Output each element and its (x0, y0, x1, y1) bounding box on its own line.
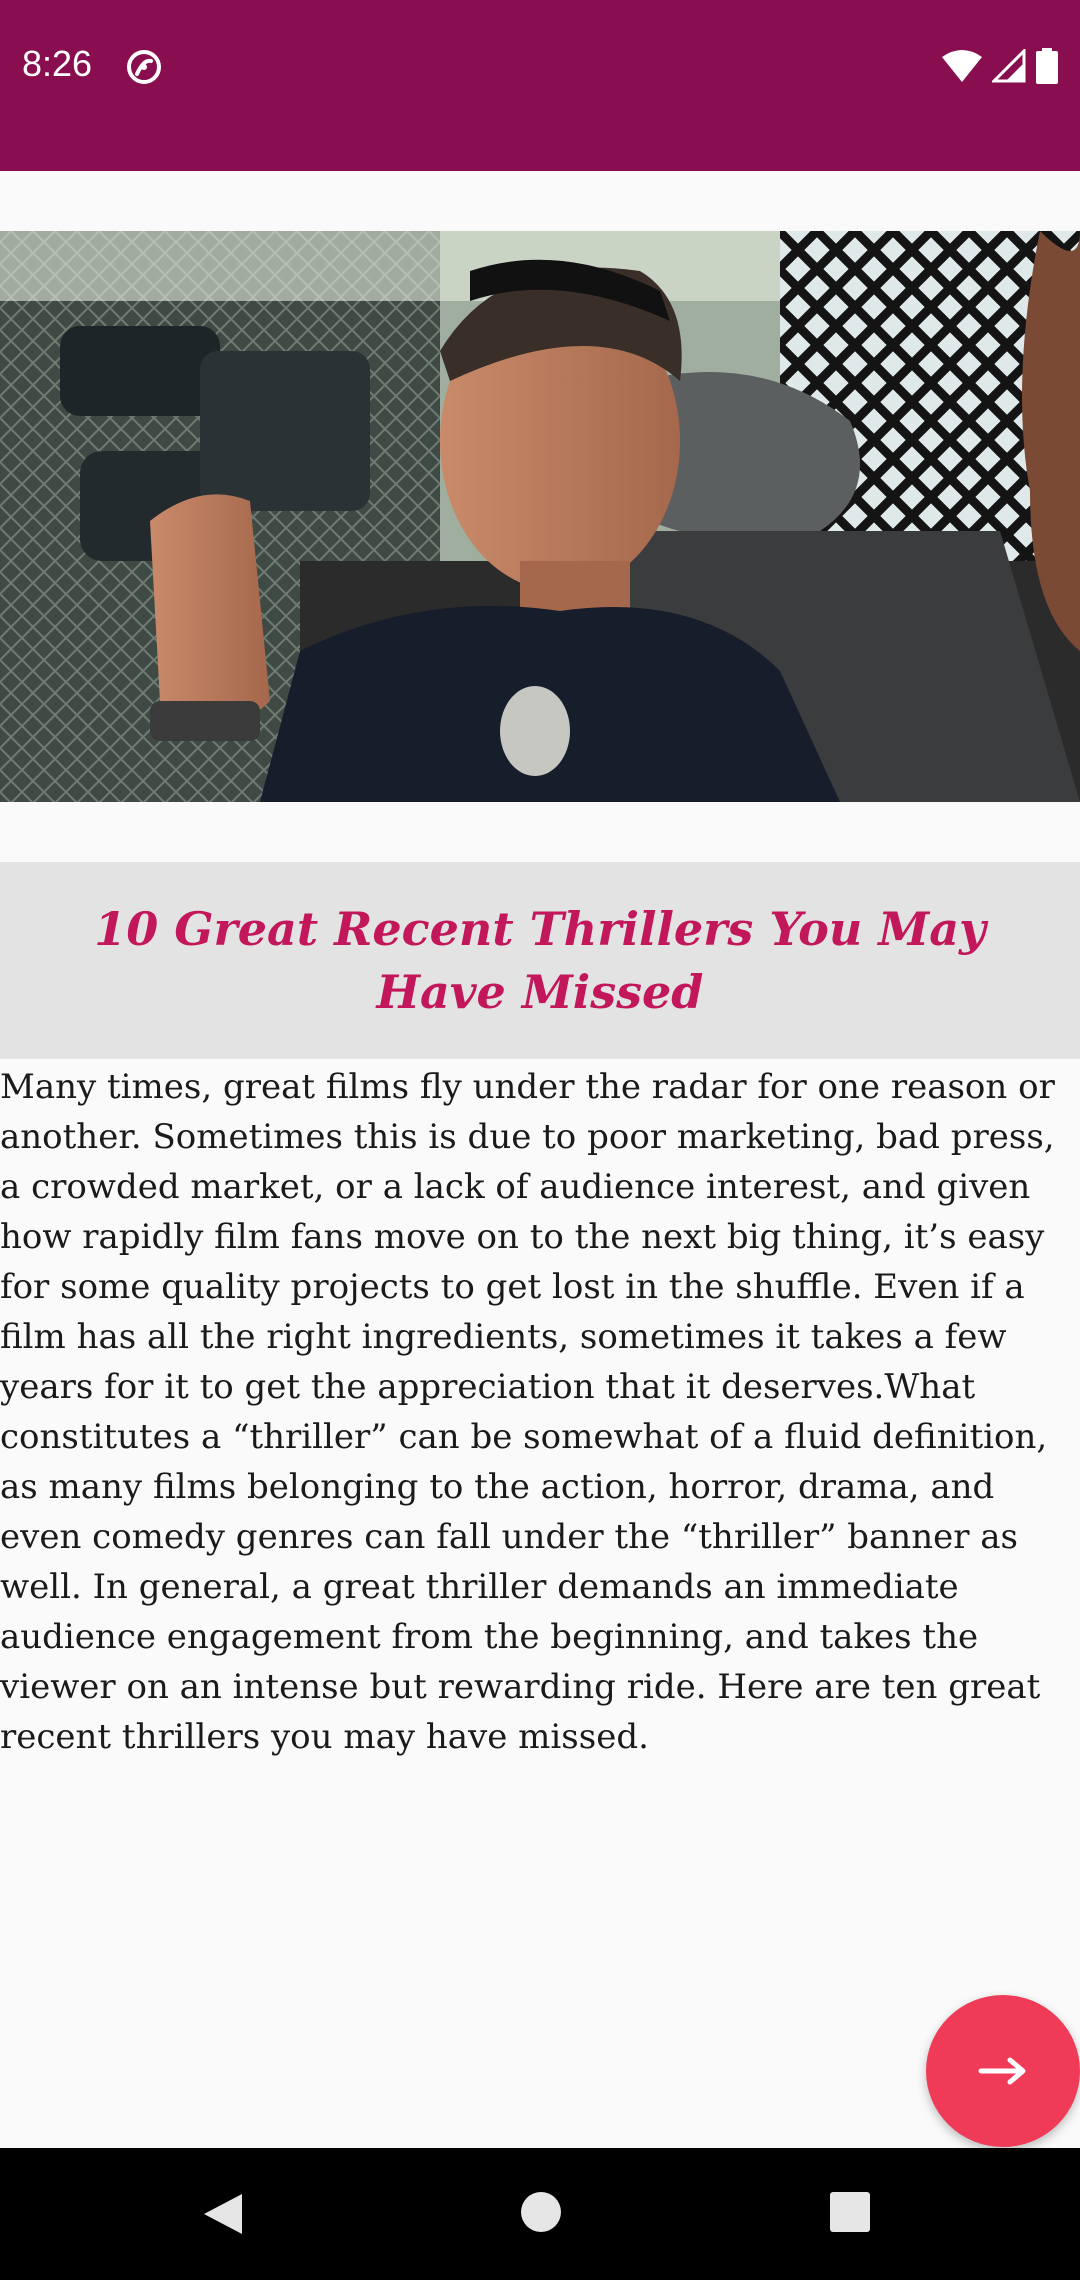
cell-signal-icon (992, 49, 1026, 83)
arrow-right-icon (978, 2057, 1026, 2085)
title-band: 10 Great Recent Thrillers You May Have M… (0, 862, 1080, 1059)
sync-icon (127, 50, 161, 84)
home-icon[interactable] (519, 2190, 563, 2234)
hero-image (0, 231, 1080, 802)
back-icon[interactable] (200, 2190, 246, 2238)
battery-icon (1036, 48, 1058, 84)
article-body: Many times, great films fly under the ra… (0, 1067, 1055, 1757)
status-time: 8:26 (22, 43, 93, 84)
status-icons (942, 46, 1058, 86)
navigation-bar (0, 2148, 1080, 2280)
recents-icon[interactable] (829, 2192, 871, 2232)
wifi-icon (942, 50, 982, 82)
next-button[interactable] (926, 1995, 1080, 2147)
article-title: 10 Great Recent Thrillers You May Have M… (94, 901, 986, 1019)
police-officer-photo (0, 231, 1080, 802)
status-bar: 8:26 (0, 0, 1080, 171)
